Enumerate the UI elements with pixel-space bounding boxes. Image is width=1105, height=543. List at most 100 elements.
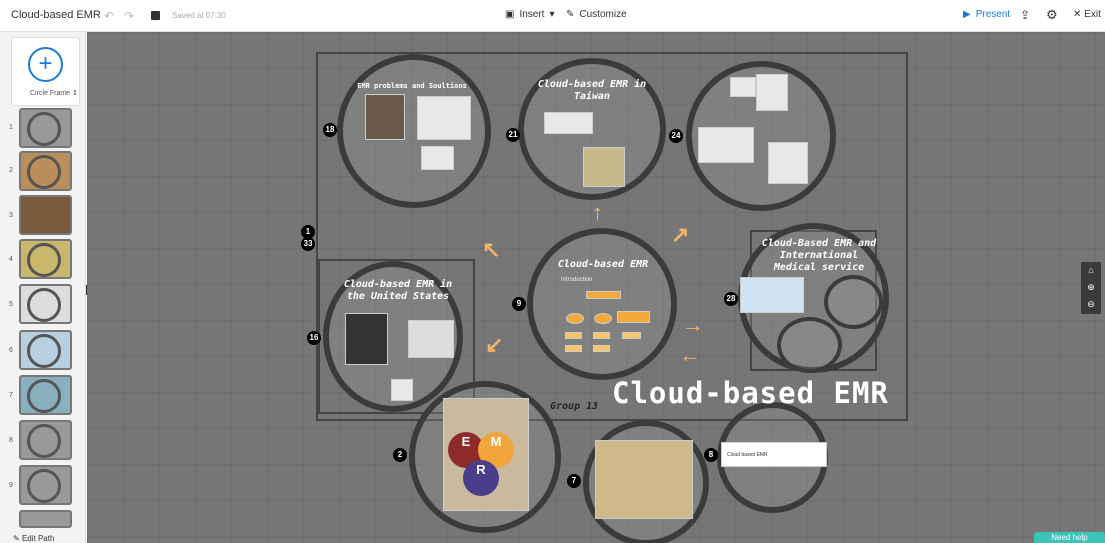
- main-title: Cloud-based EMR: [612, 376, 889, 410]
- zoom-controls: ⌂ ⊕ ⊖: [1081, 262, 1101, 314]
- path-number[interactable]: 7: [567, 474, 581, 488]
- circle-taiwan-title: Cloud-based EMR in Taiwan: [537, 79, 647, 102]
- frame-thumbnail-9[interactable]: [19, 465, 72, 505]
- problems-mindmap-image: [417, 96, 471, 140]
- path-arrow: ←: [679, 342, 701, 367]
- need-help-button[interactable]: Need help: [1034, 532, 1105, 543]
- frame-thumbnail-6[interactable]: [19, 330, 72, 370]
- chevron-down-icon: ▾: [549, 9, 555, 20]
- intro-flow-node: [586, 291, 621, 299]
- present-label: Present: [975, 9, 1011, 20]
- add-frame-button[interactable]: + Circle Frame ⇕: [11, 37, 80, 106]
- thumb-number: 5: [9, 301, 13, 308]
- save-icon[interactable]: [151, 11, 160, 20]
- intro-flow-node: [594, 313, 612, 324]
- present-button[interactable]: ▶ Present: [963, 9, 1010, 20]
- path-number[interactable]: 8: [704, 448, 718, 462]
- top-toolbar: Cloud-based EMR ↶ ↷ Saved at 07:30 ▣ Ins…: [0, 0, 1105, 32]
- zoom-in-icon[interactable]: ⊕: [1081, 279, 1101, 296]
- us-diagram: [408, 320, 454, 358]
- zoom-out-icon[interactable]: ⊖: [1081, 296, 1101, 313]
- frame-type-label: Circle Frame: [30, 90, 71, 97]
- play-icon: ▶: [963, 9, 971, 20]
- edit-path-button[interactable]: ✎ Edit Path: [13, 534, 54, 543]
- saved-status: Saved at 07:30: [172, 11, 226, 20]
- path-number[interactable]: 2: [393, 448, 407, 462]
- customize-label: Customize: [579, 9, 627, 20]
- intro-subtitle: Introduction: [561, 277, 593, 283]
- path-arrow: ↑: [592, 200, 603, 225]
- redo-icon[interactable]: ↷: [124, 9, 134, 23]
- taiwan-diagram-image: [544, 112, 593, 134]
- thumb-number: 3: [9, 212, 13, 219]
- intro-flow-node: [593, 332, 610, 339]
- frame-thumbnail-5[interactable]: [19, 284, 72, 324]
- undo-icon[interactable]: ↶: [104, 9, 114, 23]
- circle-us-title: Cloud-based EMR in the United States: [343, 279, 453, 302]
- circle-intro-title: Cloud-based EMR: [557, 259, 649, 270]
- intro-flow-node: [593, 345, 610, 352]
- path-number[interactable]: 33: [301, 237, 315, 251]
- international-sub-circle[interactable]: [777, 317, 842, 373]
- path-arrow: ↗: [671, 222, 690, 247]
- pencil-icon: ✎: [13, 534, 20, 543]
- path-number[interactable]: 16: [307, 331, 321, 345]
- problems-photo-image: [421, 146, 454, 170]
- group-label: Group 13: [550, 401, 599, 412]
- path-arrow: →: [682, 312, 704, 337]
- insert-menu-button[interactable]: ▣ Insert ▾: [505, 9, 555, 20]
- circle-international-title: Cloud-Based EMR and International Medica…: [761, 238, 877, 273]
- intro-flow-node: [566, 313, 584, 324]
- path-arrow: ↖: [482, 237, 501, 262]
- frame-thumbnail-2[interactable]: [19, 151, 72, 191]
- path-number[interactable]: 28: [724, 292, 738, 306]
- path-number[interactable]: 24: [669, 129, 683, 143]
- frame-thumbnail-1[interactable]: [19, 108, 72, 148]
- thumb-number: 1: [9, 124, 13, 131]
- path-number[interactable]: 9: [512, 297, 526, 311]
- intro-flow-node: [565, 332, 582, 339]
- customize-button[interactable]: ✎ Customize: [566, 9, 627, 20]
- intro-flow-node: [622, 332, 641, 339]
- frame-type-select[interactable]: Circle Frame ⇕: [30, 89, 78, 97]
- us-photo: [391, 379, 413, 401]
- us-image: [345, 313, 388, 365]
- close-icon: ✕: [1073, 9, 1082, 20]
- thumb-number: 2: [9, 167, 13, 174]
- path-number[interactable]: 21: [506, 128, 520, 142]
- edit-path-label: Edit Path: [21, 534, 55, 543]
- frame-thumbnail-10[interactable]: [19, 510, 72, 528]
- example-image: [768, 142, 808, 184]
- frame-thumbnail-8[interactable]: [19, 420, 72, 460]
- path-number[interactable]: 18: [323, 123, 337, 137]
- insert-icon: ▣: [505, 9, 515, 20]
- brush-icon: ✎: [566, 9, 575, 20]
- circle-introduction[interactable]: [527, 228, 677, 380]
- circle-problems-title: EMR problems and Soultions: [357, 82, 467, 90]
- share-icon[interactable]: ⇪: [1020, 8, 1030, 22]
- plus-icon: +: [28, 47, 63, 82]
- frame-thumbnail-4[interactable]: [19, 239, 72, 279]
- international-sub-circle[interactable]: [824, 275, 883, 329]
- thumb-number: 4: [9, 256, 13, 263]
- exit-button[interactable]: ✕ Exit: [1073, 9, 1101, 20]
- gear-icon[interactable]: ⚙: [1046, 7, 1058, 23]
- taiwan-chart-image: [583, 147, 625, 187]
- problems-list-image: [365, 94, 405, 140]
- intro-flow-node: [565, 345, 582, 352]
- letter-r-circle: R: [463, 460, 499, 496]
- example-image: [730, 77, 756, 97]
- example-image: [698, 127, 754, 163]
- world-map-image: [595, 440, 693, 519]
- thumb-number: 8: [9, 437, 13, 444]
- thumb-number: 6: [9, 347, 13, 354]
- frame-thumbnail-3[interactable]: [19, 195, 72, 235]
- example-image: [756, 74, 788, 111]
- frames-sidebar: + Circle Frame ⇕ 1 2 3 4 5 6 7 8 9 ✎ Edi…: [0, 32, 86, 543]
- frame-thumbnail-7[interactable]: [19, 375, 72, 415]
- presentation-title[interactable]: Cloud-based EMR: [11, 9, 101, 21]
- insert-label: Insert: [519, 9, 545, 20]
- prezi-canvas[interactable]: 1 33 EMR problems and Soultions 18 Cloud…: [87, 32, 1105, 543]
- home-icon[interactable]: ⌂: [1081, 262, 1101, 279]
- mindmap-node-label: Cloud based EMR: [727, 452, 768, 458]
